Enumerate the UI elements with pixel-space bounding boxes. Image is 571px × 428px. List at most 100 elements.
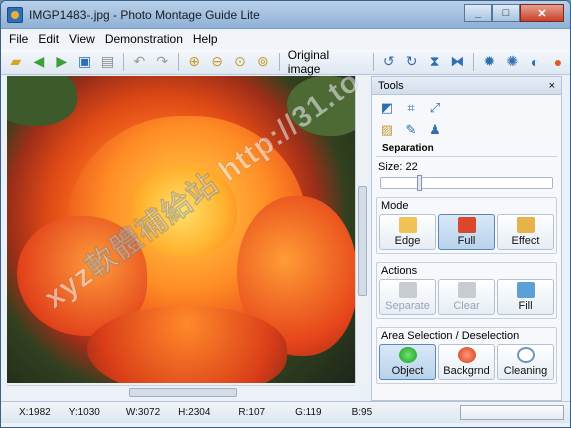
empty-circle-icon: [516, 347, 535, 363]
stamp-icon[interactable]: ♟: [426, 121, 444, 139]
mode-title: Mode: [381, 200, 409, 212]
crop-icon[interactable]: ◩: [378, 99, 396, 117]
leaf: [7, 76, 77, 126]
zoom-actual-icon[interactable]: ⊚: [252, 51, 274, 73]
edge-label: Edge: [394, 235, 421, 247]
status-h: H:2304: [178, 407, 211, 418]
brightness-icon[interactable]: ✺: [501, 51, 523, 73]
separate-label: Separate: [385, 300, 430, 312]
menu-demonstration[interactable]: Demonstration: [105, 32, 183, 46]
flip-vertical-icon[interactable]: ⧗: [424, 51, 446, 73]
open-folder-icon[interactable]: ▰: [5, 51, 27, 73]
redo-icon[interactable]: ↷: [151, 51, 173, 73]
zoom-out-icon[interactable]: ⊖: [206, 51, 228, 73]
tools-close-icon[interactable]: ×: [549, 80, 555, 92]
green-dot-icon: [398, 347, 417, 363]
zoom-fit-icon[interactable]: ⊙: [229, 51, 251, 73]
effect-label: Effect: [511, 235, 540, 247]
cleaning-label: Cleaning: [503, 365, 548, 377]
color-icon[interactable]: ●: [547, 51, 569, 73]
edge-button[interactable]: Edge: [379, 214, 436, 250]
toolbar-separator: [372, 52, 374, 71]
status-r: R:107: [238, 407, 266, 418]
clear-label: Clear: [453, 300, 480, 312]
app-icon: [7, 6, 23, 23]
full-label: Full: [457, 235, 476, 247]
size-label: Size: 22: [378, 161, 418, 173]
contrast-icon[interactable]: ◐: [524, 51, 546, 73]
rotate-left-icon[interactable]: ↺: [378, 51, 400, 73]
menu-bar: File Edit View Demonstration Help: [1, 29, 570, 49]
actions-group: Actions Separate Clear Fill: [376, 262, 557, 319]
actions-title: Actions: [381, 265, 418, 277]
fill-icon: [516, 282, 535, 298]
zoom-in-icon[interactable]: ⊕: [183, 51, 205, 73]
tools-header: Tools ×: [372, 77, 561, 95]
print-icon[interactable]: ▤: [97, 51, 119, 73]
object-label: Object: [391, 365, 424, 377]
image-canvas[interactable]: [7, 76, 355, 383]
clear-button[interactable]: Clear: [438, 279, 495, 315]
minimize-button[interactable]: _: [464, 4, 492, 22]
separation-label: Separation: [376, 139, 557, 157]
toolbar-separator: [178, 52, 180, 71]
rotate-right-icon[interactable]: ↻: [401, 51, 423, 73]
toolbar-separator: [278, 52, 280, 71]
main-area: Tools × ◩ ⌗ ⤢ ▨ ✎ ♟ Separation Size: 22 …: [1, 76, 570, 401]
rose-petal: [87, 306, 287, 383]
status-y: Y:1030: [68, 407, 100, 418]
window-controls: _ □ ✕: [464, 4, 564, 22]
window-title: IMGP1483-.jpg - Photo Montage Guide Lite: [29, 7, 260, 22]
settings-gear-icon[interactable]: ✹: [478, 51, 500, 73]
cleaning-button[interactable]: Cleaning: [497, 344, 554, 380]
title-bar[interactable]: IMGP1483-.jpg - Photo Montage Guide Lite…: [1, 1, 570, 29]
status-progress-bar: [460, 405, 564, 420]
tools-panel: Tools × ◩ ⌗ ⤢ ▨ ✎ ♟ Separation Size: 22 …: [371, 76, 562, 401]
menu-help[interactable]: Help: [193, 32, 218, 46]
tool-icon-row: ◩ ⌗ ⤢: [372, 95, 561, 117]
object-button[interactable]: Object: [379, 344, 436, 380]
flip-horizontal-icon[interactable]: ⧓: [446, 51, 468, 73]
area-selection-title: Area Selection / Deselection: [381, 330, 520, 342]
full-button[interactable]: Full: [438, 214, 495, 250]
back-arrow-icon[interactable]: ◀: [28, 51, 50, 73]
status-b: B:95: [351, 407, 373, 418]
status-g: G:119: [295, 407, 322, 418]
menu-view[interactable]: View: [69, 32, 95, 46]
fill-button[interactable]: Fill: [497, 279, 554, 315]
status-bar: X:1982 Y:1030 W:3072 H:2304 R:107 G:119 …: [1, 401, 570, 423]
leaf: [287, 76, 355, 136]
save-icon[interactable]: ▣: [74, 51, 96, 73]
backgrnd-button[interactable]: Backgrnd: [438, 344, 495, 380]
tools-title: Tools: [378, 79, 404, 92]
menu-edit[interactable]: Edit: [38, 32, 59, 46]
vertical-scroll-thumb[interactable]: [358, 186, 367, 296]
vertical-scrollbar[interactable]: [355, 76, 368, 383]
horizontal-scrollbar[interactable]: [7, 385, 355, 398]
resize-icon[interactable]: ⤢: [426, 99, 444, 117]
brush-icon[interactable]: ✎: [402, 121, 420, 139]
maximize-button[interactable]: □: [492, 4, 520, 22]
separate-button[interactable]: Separate: [379, 279, 436, 315]
app-window: IMGP1483-.jpg - Photo Montage Guide Lite…: [0, 0, 571, 428]
red-dot-icon: [457, 347, 476, 363]
status-x: X:1982: [19, 407, 51, 418]
grid-icon[interactable]: ⌗: [402, 99, 420, 117]
undo-icon[interactable]: ↶: [128, 51, 150, 73]
horizontal-scroll-thumb[interactable]: [129, 388, 237, 397]
separation-tool-icon[interactable]: ▨: [378, 121, 396, 139]
close-button[interactable]: ✕: [520, 4, 564, 22]
original-image-button[interactable]: Original image: [284, 48, 369, 76]
menu-file[interactable]: File: [9, 32, 28, 46]
size-slider[interactable]: [380, 175, 553, 191]
forward-arrow-icon[interactable]: ▶: [51, 51, 73, 73]
effect-button[interactable]: Effect: [497, 214, 554, 250]
toolbar-separator: [123, 52, 125, 71]
tool-icon-row: ▨ ✎ ♟: [372, 117, 561, 139]
full-icon: [457, 217, 476, 233]
mode-group: Mode Edge Full Effect: [376, 197, 557, 254]
toolbar-separator: [473, 52, 475, 71]
effect-icon: [516, 217, 535, 233]
backgrnd-label: Backgrnd: [443, 365, 490, 377]
size-slider-knob[interactable]: [417, 175, 422, 191]
